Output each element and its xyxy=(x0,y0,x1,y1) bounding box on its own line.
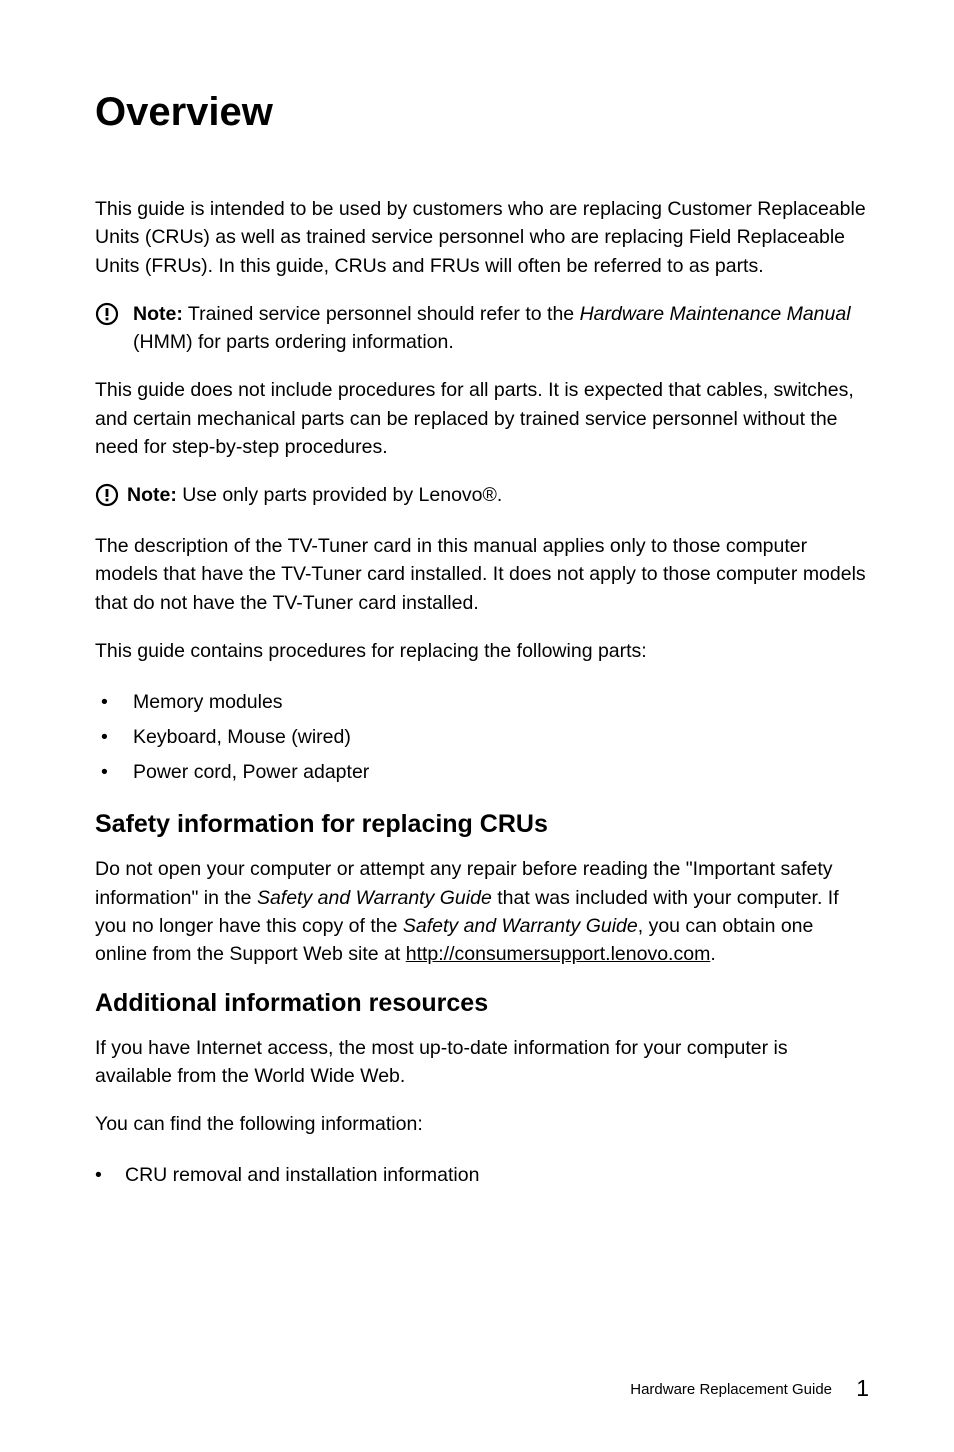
parts-list: Memory modules Keyboard, Mouse (wired) P… xyxy=(95,685,869,790)
support-link[interactable]: http://consumersupport.lenovo.com xyxy=(406,943,711,965)
note-text-pre: Trained service personnel should refer t… xyxy=(183,303,580,325)
list-item: Power cord, Power adapter xyxy=(95,755,869,790)
note-2: Note: Use only parts provided by Lenovo®… xyxy=(95,481,869,512)
page-footer: Hardware Replacement Guide 1 xyxy=(630,1375,869,1402)
safety-text-end: . xyxy=(710,943,715,965)
safety-em2: Safety and Warranty Guide xyxy=(403,915,638,937)
note-label: Note: xyxy=(127,484,177,506)
footer-text: Hardware Replacement Guide xyxy=(630,1381,832,1398)
safety-em1: Safety and Warranty Guide xyxy=(257,887,492,909)
list-item: CRU removal and installation information xyxy=(95,1158,869,1193)
note-text-post: (HMM) for parts ordering information. xyxy=(133,331,454,353)
alert-icon xyxy=(95,483,119,512)
note-1: Note: Trained service personnel should r… xyxy=(95,300,869,357)
note-text: Use only parts provided by Lenovo®. xyxy=(177,484,502,506)
page-title: Overview xyxy=(95,90,869,135)
additional-p2: You can find the following information: xyxy=(95,1110,869,1138)
paragraph-2: This guide does not include procedures f… xyxy=(95,376,869,461)
additional-p1: If you have Internet access, the most up… xyxy=(95,1034,869,1091)
list-item: Keyboard, Mouse (wired) xyxy=(95,720,869,755)
alert-icon xyxy=(95,302,119,331)
note-em: Hardware Maintenance Manual xyxy=(580,303,851,325)
note-label: Note: xyxy=(133,303,183,325)
page-number: 1 xyxy=(856,1375,869,1401)
paragraph-3: The description of the TV-Tuner card in … xyxy=(95,532,869,617)
heading-safety: Safety information for replacing CRUs xyxy=(95,810,869,839)
additional-list: CRU removal and installation information xyxy=(95,1158,869,1193)
safety-paragraph: Do not open your computer or attempt any… xyxy=(95,855,869,968)
paragraph-4: This guide contains procedures for repla… xyxy=(95,637,869,665)
list-item: Memory modules xyxy=(95,685,869,720)
intro-paragraph: This guide is intended to be used by cus… xyxy=(95,195,869,280)
heading-additional: Additional information resources xyxy=(95,989,869,1018)
